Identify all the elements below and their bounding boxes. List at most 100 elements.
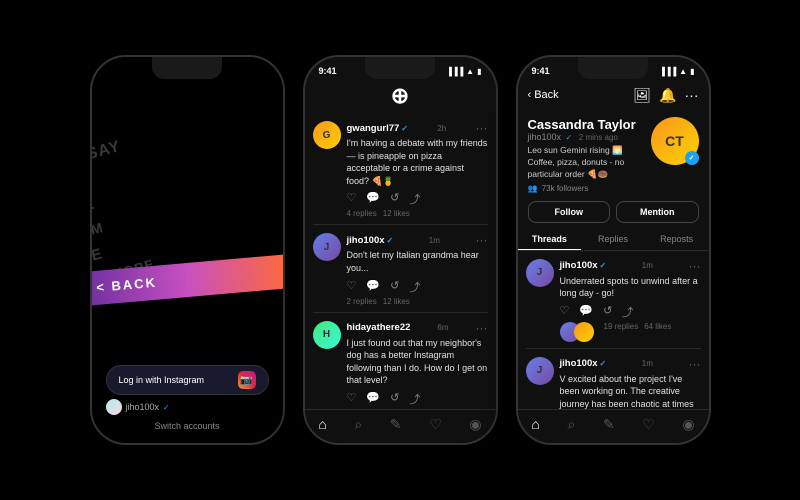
splash-bottom: Log in with Instagram 📷 jiho100x ✓ Switc… [92,357,283,443]
post-actions-3: ♡ 💬 ↺ ⤴ [347,391,488,407]
profile-nav-header: ‹ Back 🖼 🔔 ··· [518,79,709,111]
post-header-1: gwangurl77 ✓ 2h ··· [347,121,488,135]
post-content-3: hidayathere22 6m ··· I just found out th… [347,321,488,409]
post-content-1: gwangurl77 ✓ 2h ··· I'm having a debate … [347,121,488,218]
splash-user-row: jiho100x ✓ [106,399,170,415]
notch-3 [578,57,648,79]
search-nav-3[interactable]: ⌕ [567,416,575,433]
profile-header-icons: 🖼 🔔 ··· [633,87,698,104]
repost-icon-1[interactable]: ↺ [390,191,399,207]
post-text-1: I'm having a debate with my friends — is… [347,137,488,187]
repost-icon-3[interactable]: ↺ [390,391,399,407]
splash-username: jiho100x [126,402,160,412]
avatar-jiho-2: J [313,233,341,261]
search-nav[interactable]: ⌕ [354,416,362,433]
comment-icon-3[interactable]: 💬 [366,391,380,407]
comment-icon-1[interactable]: 💬 [366,191,380,207]
comment-icon-p1[interactable]: 💬 [579,304,593,320]
profile-nav-3[interactable]: ◉ [682,416,694,433]
wifi-icon-2: ▲ [466,67,474,76]
profile-time: 2 mins ago [579,133,618,142]
post-more-3[interactable]: ··· [476,321,488,335]
share-icon-2[interactable]: ⤴ [409,279,420,295]
status-time-2: 9:41 [319,66,337,76]
profile-post-header-1: jiho100x ✓ 1m ··· [560,259,701,273]
profile-name: Cassandra Taylor [528,117,643,132]
profile-post-header-2: jiho100x ✓ 1m ··· [560,357,701,371]
phone-feed: 9:41 ▐▐▐ ▲ ▮ ⊕ G gwangurl77 ✓ 2h [303,55,498,445]
tab-replies[interactable]: Replies [581,229,645,250]
profile-replies-1: 19 replies [604,322,639,342]
share-icon-p1[interactable]: ⤴ [622,304,633,320]
profile-post-text-1: Underrated spots to unwind after a long … [560,275,701,300]
bell-icon[interactable]: 🔔 [659,87,676,104]
repost-icon-2[interactable]: ↺ [390,279,399,295]
switch-accounts-button[interactable]: Switch accounts [154,421,219,431]
signal-icon-3: ▐▐▐ [659,67,676,76]
post-1: G gwangurl77 ✓ 2h ··· I'm having a debat… [313,113,488,225]
like-icon-2[interactable]: ♡ [347,279,357,295]
home-nav-3[interactable]: ⌂ [531,416,539,433]
post-time-2: 1m [429,236,440,245]
post-meta-1: 4 replies 12 likes [347,209,488,218]
profile-post-time-2: 1m [642,359,653,368]
profile-action-buttons: Follow Mention [518,197,709,229]
notch [152,57,222,79]
profile-post-content-1: jiho100x ✓ 1m ··· Underrated spots to un… [560,259,701,342]
status-icons-3: ▐▐▐ ▲ ▮ [659,67,694,76]
post-more-2[interactable]: ··· [475,233,487,247]
more-icon[interactable]: ··· [685,87,699,103]
repost-icon-p1[interactable]: ↺ [603,304,612,320]
activity-nav-3[interactable]: ♡ [642,416,655,433]
compose-nav-3[interactable]: ✎ [603,416,615,433]
activity-nav[interactable]: ♡ [429,416,442,433]
profile-likes-1: 64 likes [644,322,671,342]
tab-threads[interactable]: Threads [518,229,582,250]
verified-icon: ✓ [163,403,170,412]
home-nav[interactable]: ⌂ [318,416,326,433]
profile-post-meta-1: 19 replies 64 likes [560,322,701,342]
replies-2: 2 replies [347,297,377,306]
profile-post-time-1: 1m [642,261,653,270]
profile-verified: ✓ [566,133,573,142]
profile-post-more-2[interactable]: ··· [688,357,700,371]
login-with-instagram-button[interactable]: Log in with Instagram 📷 [106,365,269,395]
post-content-2: jiho100x ✓ 1m ··· Don't let my Italian g… [347,233,488,305]
profile-username: jiho100x ✓ 2 mins ago [528,132,643,142]
profile-post-content-2: jiho100x ✓ 1m ··· V excited about the pr… [560,357,701,409]
post-actions-1: ♡ 💬 ↺ ⤴ [347,191,488,207]
profile-nav[interactable]: ◉ [469,416,481,433]
share-icon-3[interactable]: ⤴ [409,391,420,407]
feed-header: ⊕ [305,79,496,113]
followers-icon: 👥 [528,184,538,193]
post-header-2: jiho100x ✓ 1m ··· [347,233,488,247]
post-time-3: 6m [437,323,448,332]
like-icon-3[interactable]: ♡ [347,391,357,407]
login-text: Log in with Instagram [119,375,205,385]
back-button[interactable]: ‹ Back [528,89,559,101]
post-more-1[interactable]: ··· [476,121,488,135]
profile-bio: Leo sun Gemini rising 🌅 Coffee, pizza, d… [528,145,643,181]
battery-icon-2: ▮ [477,67,481,76]
profile-tabs: Threads Replies Reposts [518,229,709,251]
instagram-icon: 📷 [238,371,256,389]
gallery-icon[interactable]: 🖼 [633,87,651,104]
profile-feed: J jiho100x ✓ 1m ··· Underrated spots to … [518,251,709,409]
verified-2: ✓ [387,236,394,245]
tab-reposts[interactable]: Reposts [645,229,709,250]
post-time-1: 2h [437,124,446,133]
follow-button[interactable]: Follow [528,201,611,223]
profile-post-more-1[interactable]: ··· [688,259,700,273]
replier-avatar-2 [574,322,594,342]
comment-icon-2[interactable]: 💬 [366,279,380,295]
phone-profile: 9:41 ▐▐▐ ▲ ▮ ‹ Back 🖼 🔔 ··· Cassandra Ta… [516,55,711,445]
bottom-nav-3: ⌂ ⌕ ✎ ♡ ◉ [518,409,709,443]
like-icon-1[interactable]: ♡ [347,191,357,207]
like-icon-p1[interactable]: ♡ [560,304,570,320]
compose-nav[interactable]: ✎ [390,416,402,433]
mention-button[interactable]: Mention [616,201,699,223]
bottom-nav-2: ⌂ ⌕ ✎ ♡ ◉ [305,409,496,443]
post-meta-2: 2 replies 12 likes [347,297,488,306]
likes-1: 12 likes [383,209,410,218]
share-icon-1[interactable]: ⤴ [409,191,420,207]
